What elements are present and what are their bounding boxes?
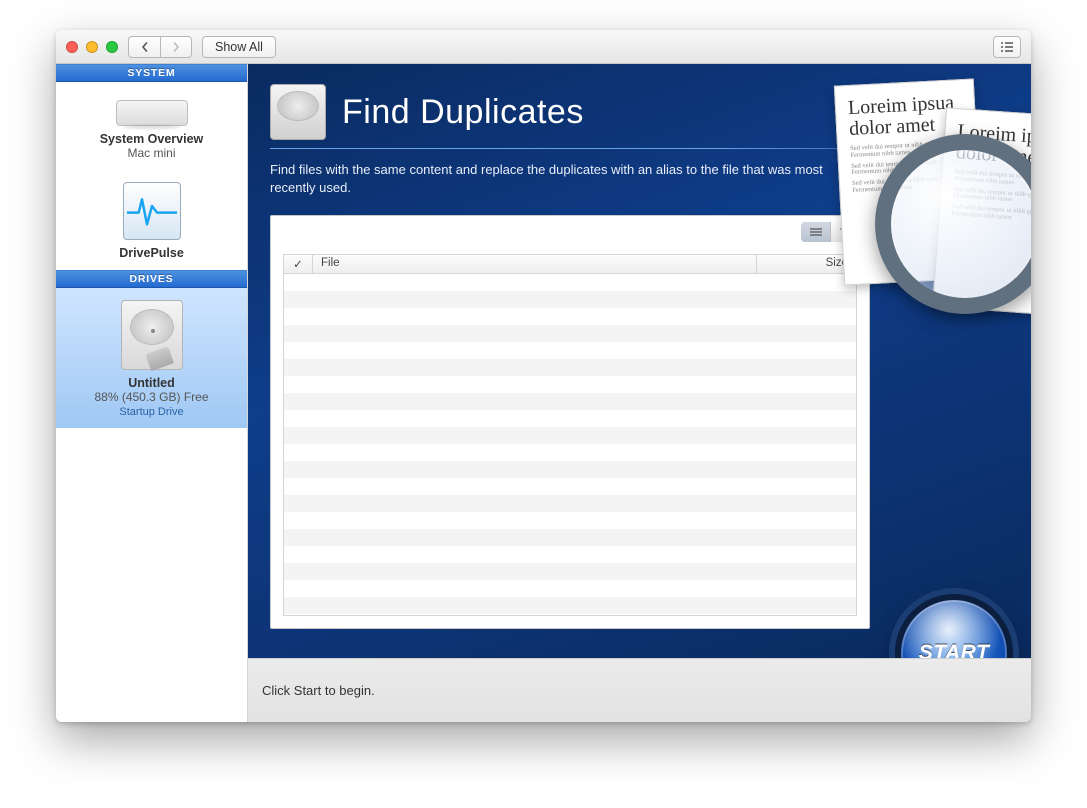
list-view-button[interactable]: [993, 36, 1021, 58]
sidebar-header-system: SYSTEM: [56, 64, 247, 82]
table-row: [284, 529, 856, 546]
table-row: [284, 563, 856, 580]
table-row: [284, 546, 856, 563]
feature-title: Find Duplicates: [342, 93, 584, 132]
sidebar-header-drives: DRIVES: [56, 270, 247, 288]
table-row: [284, 478, 856, 495]
view-mode-grouped[interactable]: [831, 222, 861, 242]
feature-description: Find files with the same content and rep…: [270, 161, 850, 197]
table-row: [284, 410, 856, 427]
divider: [270, 148, 1009, 149]
table-row: [284, 342, 856, 359]
sidebar-item-drivepulse[interactable]: DrivePulse: [56, 170, 247, 270]
col-check[interactable]: ✓: [284, 255, 312, 273]
sidebar: SYSTEM System Overview Mac mini DrivePul…: [56, 64, 248, 722]
minimize-icon[interactable]: [86, 41, 98, 53]
sidebar-item-system-overview[interactable]: System Overview Mac mini: [56, 82, 247, 170]
table-row: [284, 359, 856, 376]
table-row: [284, 427, 856, 444]
app-window: Show All SYSTEM System Overview Mac mini…: [56, 30, 1031, 722]
magnifier-icon: [875, 134, 1031, 314]
back-button[interactable]: [128, 36, 160, 58]
table-row: [284, 274, 856, 291]
status-bar: Click Start to begin.: [248, 658, 1031, 722]
sidebar-item-drive-untitled[interactable]: Untitled 88% (450.3 GB) Free Startup Dri…: [56, 288, 247, 428]
forward-button[interactable]: [160, 36, 192, 58]
table-row: [284, 495, 856, 512]
view-mode-segment: [801, 222, 861, 242]
titlebar: Show All: [56, 30, 1031, 64]
view-mode-flat[interactable]: [801, 222, 831, 242]
pulse-icon: [123, 182, 181, 240]
zoom-icon[interactable]: [106, 41, 118, 53]
table-row: [284, 291, 856, 308]
hero-panel: Find Duplicates ? Find files with the sa…: [248, 64, 1031, 658]
table-row: [284, 308, 856, 325]
sidebar-item-label: DrivePulse: [64, 246, 239, 260]
table-header: ✓ File Size: [283, 254, 857, 274]
table-row: [284, 444, 856, 461]
help-button[interactable]: ?: [991, 112, 1009, 130]
mac-mini-icon: [116, 100, 188, 126]
main-content: Find Duplicates ? Find files with the sa…: [248, 64, 1031, 722]
col-file[interactable]: File: [312, 255, 756, 273]
traffic-lights: [66, 41, 118, 53]
results-panel: ✓ File Size: [270, 215, 870, 629]
table-row: [284, 461, 856, 478]
col-size[interactable]: Size: [756, 255, 856, 273]
close-icon[interactable]: [66, 41, 78, 53]
table-row: [284, 597, 856, 614]
table-body: [283, 274, 857, 616]
nav-buttons: [128, 36, 192, 58]
sidebar-item-label: Untitled: [64, 376, 239, 390]
sidebar-item-label: System Overview: [64, 132, 239, 146]
table-row: [284, 325, 856, 342]
feature-hdd-icon: [270, 84, 326, 140]
status-text: Click Start to begin.: [262, 683, 375, 698]
hard-drive-icon: [121, 300, 183, 370]
sidebar-item-sublabel: Mac mini: [64, 146, 239, 160]
show-all-button[interactable]: Show All: [202, 36, 276, 58]
start-button[interactable]: START: [895, 594, 1013, 658]
sidebar-item-sublabel: 88% (450.3 GB) Free: [64, 390, 239, 404]
table-row: [284, 580, 856, 597]
table-row: [284, 376, 856, 393]
table-row: [284, 393, 856, 410]
sidebar-item-role: Startup Drive: [64, 406, 239, 418]
table-row: [284, 512, 856, 529]
